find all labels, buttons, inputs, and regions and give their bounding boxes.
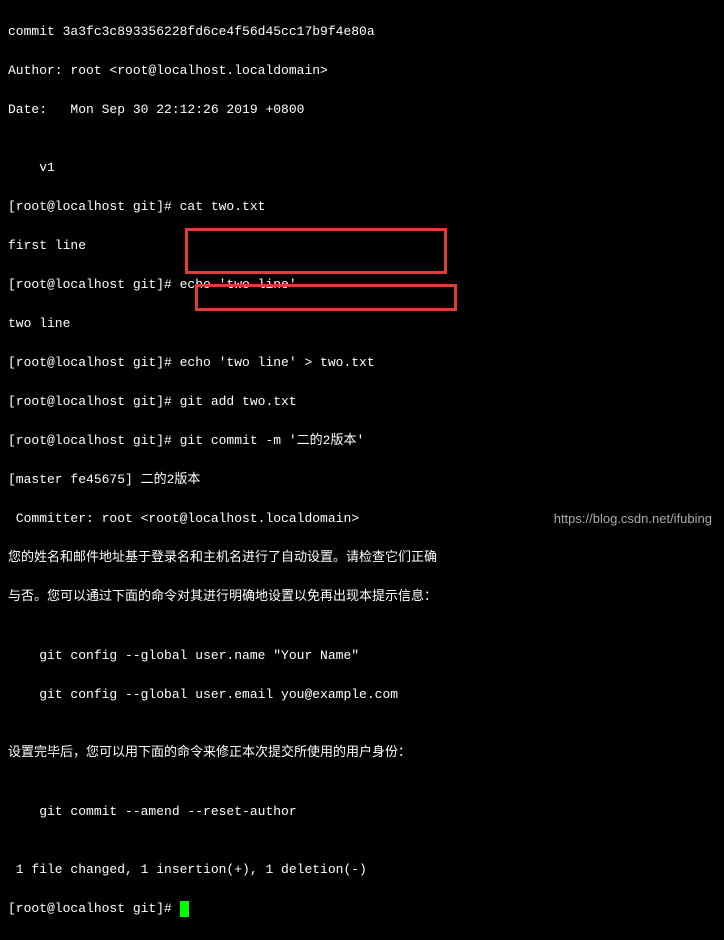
prompt-line[interactable]: [root@localhost git]# xyxy=(8,899,716,919)
git-config-email-line: git config --global user.email you@examp… xyxy=(8,685,716,705)
cn-msg-line: 设置完毕后，您可以用下面的命令来修正本次提交所使用的用户身份： xyxy=(8,743,716,763)
echo-command-line: [root@localhost git]# echo 'two line' xyxy=(8,275,716,295)
echo-redirect-line: [root@localhost git]# echo 'two line' > … xyxy=(8,353,716,373)
git-add-line: [root@localhost git]# git add two.txt xyxy=(8,392,716,412)
output-line: two line xyxy=(8,314,716,334)
cat-command-line: [root@localhost git]# cat two.txt xyxy=(8,197,716,217)
output-line: first line xyxy=(8,236,716,256)
terminal-output[interactable]: commit 3a3fc3c893356228fd6ce4f56d45cc17b… xyxy=(0,0,724,940)
commit-hash-line: commit 3a3fc3c893356228fd6ce4f56d45cc17b… xyxy=(8,22,716,42)
git-commit-line: [root@localhost git]# git commit -m '二的2… xyxy=(8,431,716,451)
cursor xyxy=(180,901,189,917)
git-amend-line: git commit --amend --reset-author xyxy=(8,802,716,822)
prompt-text: [root@localhost git]# xyxy=(8,901,180,916)
commit-result-line: [master fe45675] 二的2版本 xyxy=(8,470,716,490)
author-line: Author: root <root@localhost.localdomain… xyxy=(8,61,716,81)
date-line: Date: Mon Sep 30 22:12:26 2019 +0800 xyxy=(8,100,716,120)
git-config-name-line: git config --global user.name "Your Name… xyxy=(8,646,716,666)
commit-msg-line: v1 xyxy=(8,158,716,178)
file-changed-line: 1 file changed, 1 insertion(+), 1 deleti… xyxy=(8,860,716,880)
cn-msg-line: 您的姓名和邮件地址基于登录名和主机名进行了自动设置。请检查它们正确 xyxy=(8,548,716,568)
cn-msg-line: 与否。您可以通过下面的命令对其进行明确地设置以免再出现本提示信息： xyxy=(8,587,716,607)
watermark-text: https://blog.csdn.net/ifubing xyxy=(554,511,712,526)
